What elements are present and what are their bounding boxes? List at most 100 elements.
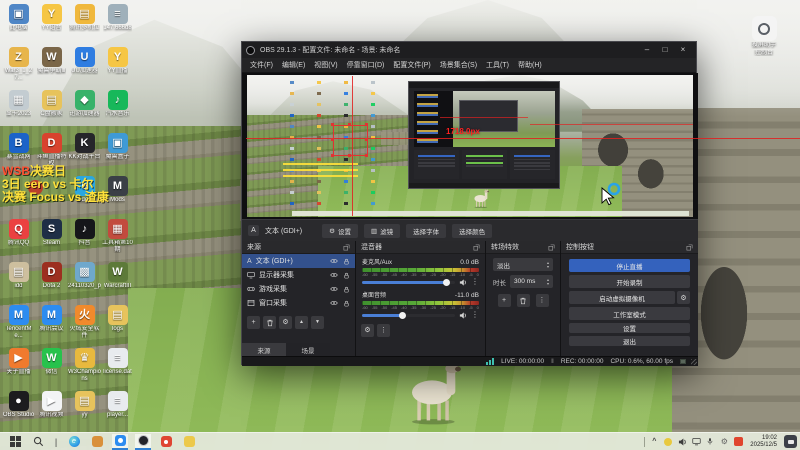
notification-bubble-icon[interactable] bbox=[784, 435, 797, 448]
menu-item[interactable]: 视图(V) bbox=[314, 60, 337, 70]
desktop-icon[interactable]: S Steam bbox=[35, 217, 68, 260]
eye-icon[interactable] bbox=[330, 286, 338, 292]
duration-spinbox[interactable]: 300 ms ▴ ▾ bbox=[510, 275, 553, 288]
corner-desktop-icon[interactable]: 投屏助手 控制台 bbox=[733, 16, 795, 56]
microphone-icon[interactable] bbox=[705, 437, 715, 447]
start-recording-button[interactable]: 开始录制 bbox=[569, 275, 690, 288]
desktop-icon[interactable]: Y YY直播 bbox=[101, 45, 134, 88]
source-row-text[interactable]: A 文本 (GDI+) bbox=[242, 254, 355, 268]
add-source-button[interactable]: + bbox=[247, 316, 260, 329]
source-settings-button[interactable]: ⚙ 设置 bbox=[322, 223, 358, 238]
desktop-options-dots[interactable]: ⋮ bbox=[471, 311, 479, 319]
virtual-camera-config-button[interactable]: ⚙ bbox=[677, 291, 690, 304]
mic-volume-slider[interactable] bbox=[362, 278, 455, 286]
popout-icon[interactable] bbox=[548, 244, 555, 251]
desktop-icon[interactable]: ▶ 腾讯视频 bbox=[35, 389, 68, 432]
desktop-icon[interactable]: ♪ 抖音 bbox=[68, 217, 101, 260]
desktop-icon[interactable]: ♪ 汽水音乐 bbox=[101, 88, 134, 131]
menu-item[interactable]: 文件(F) bbox=[250, 60, 273, 70]
studio-mode-button[interactable]: 工作室模式 bbox=[569, 307, 690, 320]
taskbar-game-assistant[interactable] bbox=[89, 434, 105, 450]
desktop-icon[interactable]: ● OBS Studio bbox=[2, 389, 35, 432]
tab-scenes[interactable]: 场景 bbox=[286, 343, 330, 356]
maximize-button[interactable]: □ bbox=[656, 42, 674, 58]
desktop-volume-slider[interactable] bbox=[362, 311, 455, 319]
tray-yy-icon[interactable] bbox=[663, 437, 673, 447]
source-filters-button[interactable]: ▥ 滤镜 bbox=[363, 223, 401, 238]
menu-item[interactable]: 停靠窗口(D) bbox=[347, 60, 385, 70]
taskbar-search-button[interactable] bbox=[30, 434, 46, 450]
stop-streaming-button[interactable]: 停止直播 bbox=[569, 259, 690, 272]
desktop-icon[interactable]: Z War3_1_27... bbox=[2, 45, 35, 88]
transition-options-dots[interactable]: ⋮ bbox=[535, 294, 549, 307]
move-source-down-button[interactable]: ▼ bbox=[311, 316, 324, 329]
remove-transition-button[interactable] bbox=[516, 294, 530, 307]
lock-icon[interactable] bbox=[343, 286, 350, 293]
desktop-icon[interactable]: Y YY语音 bbox=[35, 2, 68, 45]
start-button[interactable] bbox=[7, 434, 23, 450]
menu-item[interactable]: 场景集合(S) bbox=[440, 60, 477, 70]
source-properties-button[interactable]: ⚙ bbox=[279, 316, 292, 329]
settings-button[interactable]: 设置 bbox=[569, 323, 690, 333]
speaker-icon[interactable] bbox=[459, 312, 467, 319]
source-row-display-capture[interactable]: 显示器采集 bbox=[242, 268, 355, 282]
desktop-icon[interactable]: ▦ 工具箱第10期 bbox=[101, 217, 134, 260]
resize-grip[interactable] bbox=[691, 359, 697, 365]
eye-icon[interactable] bbox=[330, 272, 338, 278]
menu-item[interactable]: 配置文件(P) bbox=[393, 60, 430, 70]
advanced-audio-button[interactable]: ⚙ bbox=[361, 324, 374, 337]
move-source-up-button[interactable]: ▲ bbox=[295, 316, 308, 329]
obs-preview[interactable] bbox=[242, 73, 698, 219]
desktop-icon[interactable]: Q 腾讯QQ bbox=[2, 217, 35, 260]
desktop-icon[interactable]: ▣ 此电脑 bbox=[2, 2, 35, 45]
menu-item[interactable]: 编辑(E) bbox=[282, 60, 305, 70]
taskbar-obs[interactable] bbox=[135, 433, 151, 450]
desktop-icon[interactable]: ◆ 迅游加速器 bbox=[68, 88, 101, 131]
source-row-window-capture[interactable]: 窗口采集 bbox=[242, 296, 355, 310]
mixer-options-dots[interactable]: ⋮ bbox=[377, 324, 390, 337]
taskbar-clock[interactable]: 19:02 2025/12/5 bbox=[747, 435, 780, 448]
desktop-icon[interactable]: ▤ 腾讯多机位 bbox=[68, 2, 101, 45]
volume-icon[interactable] bbox=[677, 437, 687, 447]
spinner-arrows-icon[interactable]: ▴ ▾ bbox=[547, 277, 549, 286]
desktop-icon[interactable]: W 微信 bbox=[35, 346, 68, 389]
huorong-tray-icon[interactable] bbox=[733, 437, 743, 447]
desktop-icon[interactable]: ▩ 24110320_p bbox=[68, 260, 101, 303]
desktop-icon[interactable]: M 腾讯会议 bbox=[35, 303, 68, 346]
popout-icon[interactable] bbox=[473, 244, 480, 251]
desktop-icon[interactable]: M TencentMe... bbox=[2, 303, 35, 346]
eye-icon[interactable] bbox=[330, 300, 338, 306]
exit-button[interactable]: 退出 bbox=[569, 336, 690, 346]
taskbar-tencent-meeting[interactable] bbox=[112, 433, 128, 450]
start-virtual-camera-button[interactable]: 启动虚拟摄像机 bbox=[569, 291, 675, 304]
desktop-icon[interactable]: D Dota 2 bbox=[35, 260, 68, 303]
menu-item[interactable]: 帮助(H) bbox=[518, 60, 542, 70]
remove-source-button[interactable] bbox=[263, 316, 276, 329]
speaker-icon[interactable] bbox=[459, 279, 467, 286]
source-selection-box[interactable] bbox=[333, 125, 368, 156]
desktop-icon[interactable]: ≡ 147.666d8 bbox=[101, 2, 134, 45]
minimize-button[interactable]: – bbox=[638, 42, 656, 58]
lock-icon[interactable] bbox=[343, 300, 350, 307]
tray-settings-icon[interactable]: ⚙ bbox=[719, 437, 729, 447]
desktop-icon[interactable]: ♛ W3Champions bbox=[68, 346, 101, 389]
lock-icon[interactable] bbox=[343, 272, 350, 279]
eye-icon[interactable] bbox=[330, 258, 338, 264]
select-color-button[interactable]: 选择颜色 bbox=[452, 223, 493, 238]
desktop-icon[interactable]: ≡ license.dat bbox=[101, 346, 134, 389]
close-button[interactable]: × bbox=[674, 42, 692, 58]
desktop-icon[interactable]: W WarcraftIII bbox=[101, 260, 134, 303]
popout-icon[interactable] bbox=[343, 244, 350, 251]
taskbar-edge[interactable]: e bbox=[66, 434, 82, 450]
desktop-icon[interactable]: ≡ player... bbox=[101, 389, 134, 432]
desktop-icon[interactable]: ▤ idd bbox=[2, 260, 35, 303]
desktop-icon[interactable]: ▶ 夹子直播 bbox=[2, 346, 35, 389]
lock-icon[interactable] bbox=[343, 258, 350, 265]
source-row-game-capture[interactable]: 游戏采集 bbox=[242, 282, 355, 296]
desktop-icon[interactable]: ▤ C盘搬家 bbox=[35, 88, 68, 131]
desktop-icon[interactable]: ▤ yy bbox=[68, 389, 101, 432]
desktop-icon[interactable]: ▦ 显卡2023 bbox=[2, 88, 35, 131]
display-icon[interactable] bbox=[691, 437, 701, 447]
menu-item[interactable]: 工具(T) bbox=[486, 60, 509, 70]
tab-sources[interactable]: 来源 bbox=[242, 343, 286, 356]
